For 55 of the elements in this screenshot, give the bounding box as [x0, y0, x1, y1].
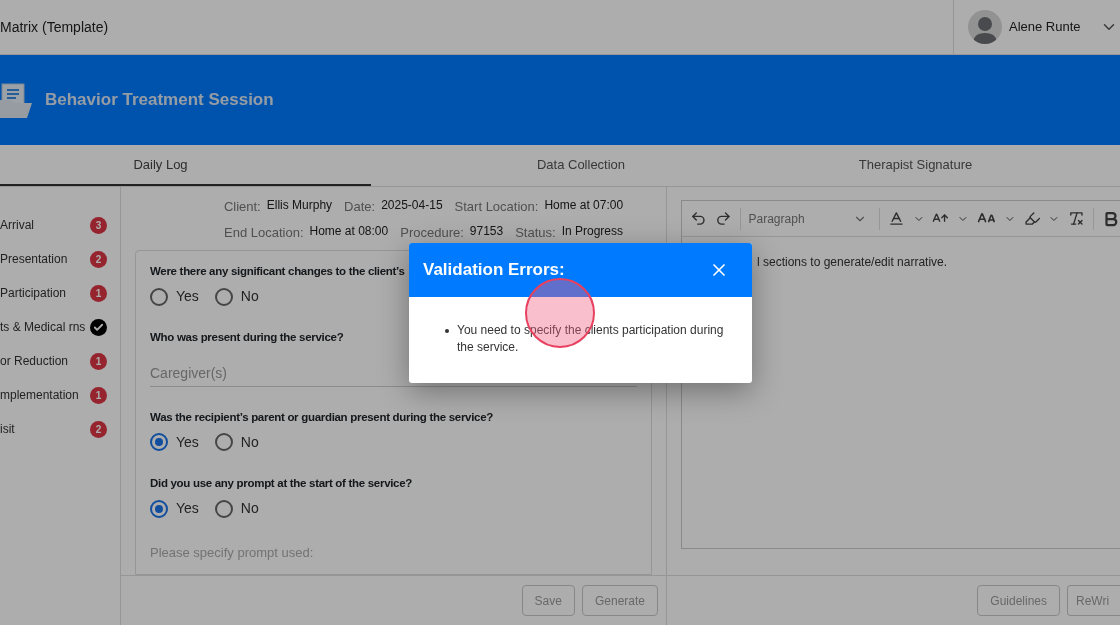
bullet-icon — [445, 329, 449, 333]
page-title: Matrix (Template) — [0, 17, 109, 37]
tab[interactable]: Daily Log — [0, 145, 371, 186]
sidebar-item[interactable]: Arrival 3 — [0, 208, 120, 242]
user-menu[interactable]: Alene Runte — [953, 0, 1120, 54]
dialog-title: Validation Errors: — [423, 259, 565, 282]
count-badge: 1 — [90, 284, 107, 302]
sidebar-item[interactable]: isit 2 — [0, 412, 120, 446]
undo-icon[interactable] — [690, 210, 707, 227]
info-label: Procedure: — [400, 223, 464, 242]
info-value: 97153 — [469, 222, 504, 240]
info-label: Status: — [515, 223, 556, 242]
check-icon — [90, 318, 107, 336]
tab[interactable]: Data Collection — [371, 145, 791, 186]
info-value: Home at 07:00 — [544, 197, 624, 214]
info-label: Date: — [344, 198, 376, 216]
radio-option[interactable]: No — [214, 498, 259, 519]
radio-option[interactable]: Yes — [150, 286, 199, 308]
count-badge: 3 — [90, 216, 107, 234]
editor-text: l sections to generate/edit narrative. — [757, 255, 948, 269]
count-badge: 2 — [90, 250, 107, 268]
clear-format-icon[interactable] — [1068, 210, 1085, 227]
info-value: Home at 08:00 — [309, 222, 389, 240]
highlight-icon[interactable] — [1023, 210, 1041, 227]
count-badge: 1 — [90, 386, 107, 404]
info-label: Client: — [223, 198, 261, 216]
font-color-icon[interactable] — [887, 210, 905, 227]
avatar-icon — [968, 10, 1002, 44]
question-text: Who was present during the service? — [150, 330, 344, 346]
folder-icon — [0, 82, 32, 118]
banner-title: Behavior Treatment Session — [45, 89, 274, 112]
user-name: Alene Runte — [1009, 18, 1081, 37]
count-badge: 1 — [90, 352, 107, 370]
radio-option[interactable]: Yes — [150, 498, 199, 519]
info-label: Start Location: — [454, 198, 539, 216]
info-value: In Progress — [561, 222, 623, 240]
info-value: 2025-04-15 — [381, 197, 443, 214]
question-text: Did you use any prompt at the start of the service? — [150, 475, 413, 491]
count-badge: 2 — [90, 420, 107, 438]
radio-option[interactable]: No — [214, 431, 259, 453]
radio-option[interactable]: No — [214, 286, 259, 308]
prompt-input[interactable]: Please specify prompt used: — [150, 541, 637, 563]
sidebar-item[interactable]: ts & Medical rns — [0, 310, 120, 344]
radio-option[interactable]: Yes — [150, 431, 199, 453]
tab[interactable]: Therapist Signature — [791, 145, 1120, 186]
redo-icon[interactable] — [714, 210, 732, 227]
info-value: Ellis Murphy — [266, 197, 333, 214]
sidebar-item[interactable]: Participation 1 — [0, 276, 120, 310]
sidebar-item[interactable]: Presentation 2 — [0, 242, 120, 276]
sidebar-item[interactable]: or Reduction 1 — [0, 344, 120, 378]
info-label: End Location: — [224, 223, 304, 242]
question-text: Were there any significant changes to the client’s — [150, 264, 405, 279]
block-format-select[interactable]: Paragraph — [748, 209, 871, 228]
sidebar-item[interactable]: mplementation 1 — [0, 378, 120, 412]
question-text: Was the recipient’s parent or guardian present during the service? — [150, 409, 493, 425]
